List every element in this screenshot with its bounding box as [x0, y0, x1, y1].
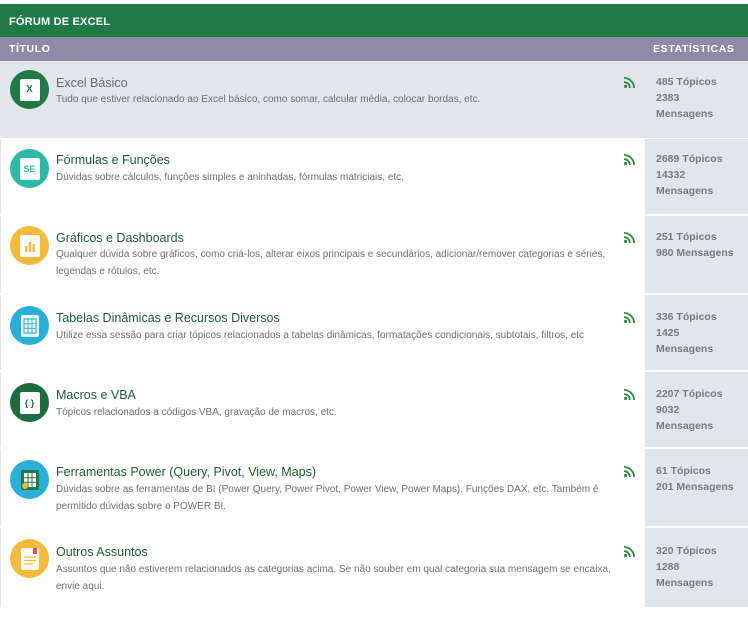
- category-main: Outros Assuntos Assuntos que não estiver…: [1, 528, 645, 607]
- category-row-ferramentas-power: Ferramentas Power (Query, Pivot, View, M…: [0, 449, 748, 526]
- category-description-line-1: Assuntos que não estiverem relacionados …: [56, 564, 611, 575]
- messages-count: 201 Mensagens: [656, 481, 734, 493]
- category-main: { } Macros e VBA Tópicos relacionados a …: [1, 372, 645, 447]
- category-description-line-1: Qualquer dúvida sobre gráficos, como cri…: [56, 249, 606, 260]
- code-braces-icon: { }: [10, 383, 49, 422]
- category-link-macros-vba[interactable]: Macros e VBA: [56, 388, 136, 402]
- forum-title: FÓRUM DE EXCEL: [0, 4, 748, 37]
- forum-excel-table: FÓRUM DE EXCEL TÍTULO ESTATÍSTICAS X Exc…: [0, 0, 748, 619]
- rss-feed-icon[interactable]: [624, 312, 635, 323]
- topics-count: 485 Tópicos: [656, 76, 717, 88]
- category-main: Gráficos e Dashboards Qualquer dúvida so…: [1, 216, 645, 293]
- category-description-line-2: legendas e rótulos, etc.: [56, 266, 160, 277]
- messages-label: Mensagens: [656, 108, 714, 120]
- category-row-outros-assuntos: Outros Assuntos Assuntos que não estiver…: [0, 528, 748, 607]
- rss-feed-icon[interactable]: [624, 232, 635, 243]
- messages-label: Mensagens: [656, 343, 714, 355]
- topics-count: 61 Tópicos: [656, 465, 711, 477]
- category-description: Utilize essa sessão para criar tópicos r…: [56, 330, 585, 341]
- topics-count: 2689 Tópicos: [656, 153, 723, 165]
- messages-label: Mensagens: [656, 577, 714, 589]
- rss-feed-icon[interactable]: [624, 466, 635, 477]
- messages-count: 2383: [656, 92, 680, 104]
- category-description: Tópicos relacionados a códigos VBA, grav…: [56, 407, 337, 418]
- category-main: Ferramentas Power (Query, Pivot, View, M…: [1, 449, 645, 526]
- power-bi-icon: [10, 460, 49, 499]
- category-row-tabelas-dinamicas: Tabelas Dinâmicas e Recursos Diversos Ut…: [0, 295, 748, 370]
- messages-count: 14332: [656, 169, 686, 181]
- rss-feed-icon[interactable]: [624, 154, 635, 165]
- rss-feed-icon[interactable]: [624, 546, 635, 557]
- category-description: Dúvidas sobre cálculos, funções simples …: [56, 172, 404, 183]
- category-description-line-2: envie aqui.: [56, 581, 105, 592]
- document-glyph: [20, 547, 39, 570]
- messages-label: Mensagens: [656, 185, 714, 197]
- category-link-tabelas-dinamicas[interactable]: Tabelas Dinâmicas e Recursos Diversos: [56, 311, 280, 325]
- document-icon: [10, 539, 49, 578]
- formula-se-glyph: SE: [19, 157, 40, 180]
- category-stats: 2207 Tópicos 9032 Mensagens: [646, 372, 748, 447]
- category-stats: 61 Tópicos 201 Mensagens: [646, 449, 748, 526]
- rss-feed-icon[interactable]: [624, 77, 635, 88]
- messages-count: 1425: [656, 327, 680, 339]
- code-braces-glyph: { }: [19, 391, 40, 414]
- excel-x-icon: X: [10, 70, 49, 109]
- messages-label: Mensagens: [656, 420, 714, 432]
- category-link-ferramentas-power[interactable]: Ferramentas Power (Query, Pivot, View, M…: [56, 465, 316, 479]
- category-link-excel-basico[interactable]: Excel Básico: [56, 76, 128, 90]
- table-glyph: [20, 314, 39, 337]
- column-stats-header: ESTATÍSTICAS: [653, 43, 735, 55]
- category-list: X Excel Básico Tudo que estiver relacion…: [0, 61, 748, 609]
- category-main: X Excel Básico Tudo que estiver relacion…: [1, 61, 645, 138]
- category-description: Tudo que estiver relacionado ao Excel bá…: [56, 94, 481, 105]
- category-link-formulas-funcoes[interactable]: Fórmulas e Funções: [56, 153, 170, 167]
- messages-count: 1288: [656, 561, 680, 573]
- power-bi-glyph: [20, 469, 39, 490]
- messages-count: 980 Mensagens: [656, 247, 734, 259]
- category-description-line-2: permitido dúvidas sobre o POWER BI.: [56, 501, 227, 512]
- messages-count: 9032: [656, 404, 680, 416]
- category-row-macros-vba: { } Macros e VBA Tópicos relacionados a …: [0, 372, 748, 447]
- topics-count: 336 Tópicos: [656, 311, 717, 323]
- category-stats: 485 Tópicos 2383 Mensagens: [646, 61, 748, 138]
- category-row-excel-basico: X Excel Básico Tudo que estiver relacion…: [0, 61, 748, 138]
- topics-count: 2207 Tópicos: [656, 388, 723, 400]
- category-row-formulas-funcoes: SE Fórmulas e Funções Dúvidas sobre cálc…: [0, 139, 748, 214]
- rss-feed-icon[interactable]: [624, 389, 635, 400]
- table-icon: [10, 306, 49, 345]
- category-row-graficos-dashboards: Gráficos e Dashboards Qualquer dúvida so…: [0, 216, 748, 293]
- category-link-outros-assuntos[interactable]: Outros Assuntos: [56, 545, 148, 559]
- formula-se-icon: SE: [10, 149, 49, 188]
- category-main: SE Fórmulas e Funções Dúvidas sobre cálc…: [1, 139, 645, 214]
- column-title-header: TÍTULO: [9, 43, 51, 55]
- chart-icon: [10, 226, 49, 265]
- chart-glyph: [19, 234, 40, 257]
- excel-x-glyph: X: [19, 78, 40, 101]
- category-main: Tabelas Dinâmicas e Recursos Diversos Ut…: [1, 295, 645, 370]
- category-stats: 320 Tópicos 1288 Mensagens: [646, 528, 748, 607]
- topics-count: 251 Tópicos: [656, 231, 717, 243]
- category-description-line-1: Dúvidas sobre as ferramentas de BI (Powe…: [56, 484, 599, 495]
- category-stats: 336 Tópicos 1425 Mensagens: [646, 295, 748, 370]
- table-header: TÍTULO ESTATÍSTICAS: [0, 37, 748, 61]
- topics-count: 320 Tópicos: [656, 545, 717, 557]
- category-stats: 2689 Tópicos 14332 Mensagens: [646, 139, 748, 214]
- category-stats: 251 Tópicos 980 Mensagens: [646, 216, 748, 293]
- category-link-graficos-dashboards[interactable]: Gráficos e Dashboards: [56, 231, 184, 245]
